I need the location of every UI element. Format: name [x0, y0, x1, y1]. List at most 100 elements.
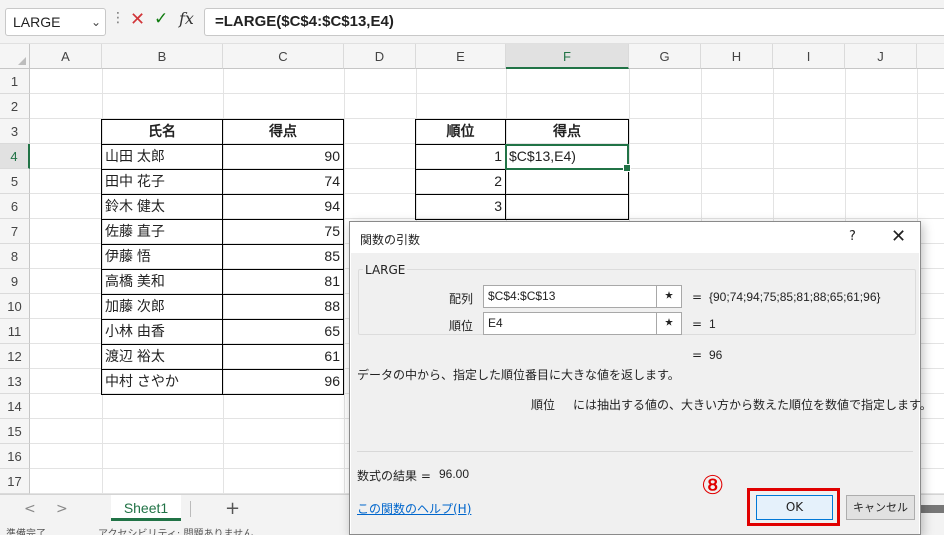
arg2-input[interactable]: E4	[483, 312, 657, 335]
formula-result-label: 数式の結果 =	[357, 469, 431, 483]
row-header-7[interactable]: 7	[0, 219, 30, 244]
cancel-button[interactable]: キャンセル	[846, 495, 915, 520]
table-row-score[interactable]: 90	[223, 144, 343, 169]
table-row-rank[interactable]: 1	[416, 144, 505, 169]
table-row-name[interactable]: 渡辺 裕太	[102, 344, 222, 369]
row-header-2[interactable]: 2	[0, 94, 30, 119]
table-row-score[interactable]: 61	[223, 344, 343, 369]
table1-header-score[interactable]: 得点	[223, 119, 343, 144]
function-name-label: LARGE	[363, 263, 408, 277]
table-row-name[interactable]: 山田 太郎	[102, 144, 222, 169]
arg2-label: 順位	[448, 319, 473, 333]
table-row-rank[interactable]: 2	[416, 169, 505, 194]
collapse-dialog-icon[interactable]: ⭑	[657, 285, 682, 308]
chevron-down-icon[interactable]: ⌄	[91, 9, 101, 35]
tab-divider	[190, 501, 191, 517]
status-accessibility[interactable]: アクセシビリティ: 問題ありません	[98, 525, 253, 535]
column-header-j[interactable]: J	[845, 44, 917, 69]
table2-header-rank[interactable]: 順位	[416, 119, 505, 144]
table-row-name[interactable]: 鈴木 健太	[102, 194, 222, 219]
help-icon[interactable]: ?	[849, 229, 856, 244]
arg-help-name: 順位	[531, 398, 556, 412]
close-icon[interactable]: ✕	[130, 9, 145, 30]
table-row-score[interactable]: 65	[223, 319, 343, 344]
row-header-17[interactable]: 17	[0, 469, 30, 494]
function-arguments-dialog: 関数の引数 ? ✕ LARGE 配列 $C$4:$C$13 ⭑ = {90;74…	[349, 221, 932, 535]
table-row-name[interactable]: 伊藤 悟	[102, 244, 222, 269]
status-ready: 準備完了	[6, 529, 46, 535]
table-row-name[interactable]: 佐藤 直子	[102, 219, 222, 244]
row-header-14[interactable]: 14	[0, 394, 30, 419]
table-row-name[interactable]: 高橋 美和	[102, 269, 222, 294]
arg1-equals: =	[692, 290, 703, 304]
table-row-score[interactable]: 94	[223, 194, 343, 219]
sheet-tab-sheet1[interactable]: Sheet1	[111, 495, 181, 521]
row-header-12[interactable]: 12	[0, 344, 30, 369]
collapse-dialog-icon[interactable]: ⭑	[657, 312, 682, 335]
dialog-title: 関数の引数	[360, 233, 421, 247]
check-icon[interactable]: ✓	[154, 9, 168, 29]
table-row-score[interactable]: 88	[223, 294, 343, 319]
row-header-13[interactable]: 13	[0, 369, 30, 394]
step-marker: ⑧	[701, 471, 725, 501]
name-box[interactable]: LARGE ⌄	[5, 8, 106, 36]
row-header-16[interactable]: 16	[0, 444, 30, 469]
table2-header-score[interactable]: 得点	[506, 119, 628, 144]
row-header-1[interactable]: 1	[0, 69, 30, 94]
column-header-a[interactable]: A	[30, 44, 102, 69]
table-row-name[interactable]: 田中 花子	[102, 169, 222, 194]
arg1-label: 配列	[448, 292, 473, 306]
active-cell-f4[interactable]	[505, 144, 631, 172]
table-row-rank[interactable]: 3	[416, 194, 505, 219]
row-header-9[interactable]: 9	[0, 269, 30, 294]
table-row-score[interactable]: 75	[223, 219, 343, 244]
add-sheet-icon[interactable]: +	[225, 498, 240, 519]
dialog-divider	[357, 451, 913, 452]
more-options-icon[interactable]: ⋮	[111, 10, 125, 26]
column-header-b[interactable]: B	[102, 44, 223, 69]
table-row-name[interactable]: 加藤 次郎	[102, 294, 222, 319]
arg2-equals: =	[692, 317, 703, 331]
row-header-5[interactable]: 5	[0, 169, 30, 194]
table1-header-name[interactable]: 氏名	[102, 119, 222, 144]
row-header-8[interactable]: 8	[0, 244, 30, 269]
table-row-name[interactable]: 中村 さやか	[102, 369, 222, 394]
row-header-11[interactable]: 11	[0, 319, 30, 344]
column-header-f[interactable]: F	[506, 44, 629, 69]
function-icon[interactable]: fx	[179, 9, 194, 28]
column-header-g[interactable]: G	[629, 44, 701, 69]
table-row-name[interactable]: 小林 由香	[102, 319, 222, 344]
table-row-score[interactable]: 96	[223, 369, 343, 394]
row-header-4[interactable]: 4	[0, 144, 30, 169]
formula-result-value: 96.00	[439, 467, 470, 481]
select-all-corner[interactable]	[0, 44, 30, 69]
arg1-result: {90;74;94;75;85;81;88;65;61;96}	[709, 290, 881, 304]
column-header-e[interactable]: E	[416, 44, 506, 69]
formula-input[interactable]: =LARGE($C$4:$C$13,E4)	[204, 8, 944, 36]
scrollbar-handle[interactable]	[921, 505, 944, 513]
row-header-15[interactable]: 15	[0, 419, 30, 444]
row-header-6[interactable]: 6	[0, 194, 30, 219]
column-header-d[interactable]: D	[344, 44, 416, 69]
row-header-3[interactable]: 3	[0, 119, 30, 144]
arg-help-text: には抽出する値の、大きい方から数えた順位を数値で指定します。	[573, 398, 932, 412]
table-row-score[interactable]: 81	[223, 269, 343, 294]
function-result: 96	[709, 348, 723, 362]
ok-button[interactable]: OK	[756, 495, 833, 520]
column-header-i[interactable]: I	[773, 44, 845, 69]
function-help-link[interactable]: この関数のヘルプ(H)	[357, 500, 471, 517]
arg1-input[interactable]: $C$4:$C$13	[483, 285, 657, 308]
next-sheet-icon[interactable]: >	[56, 501, 68, 517]
arg2-result: 1	[709, 317, 716, 331]
formula-bar: LARGE ⌄ ⋮ ✕ ✓ fx =LARGE($C$4:$C$13,E4)	[0, 0, 944, 44]
row-header-10[interactable]: 10	[0, 294, 30, 319]
name-box-value: LARGE	[13, 14, 61, 30]
column-header-h[interactable]: H	[701, 44, 773, 69]
table-row-score[interactable]: 85	[223, 244, 343, 269]
prev-sheet-icon[interactable]: <	[24, 501, 36, 517]
table-row-score[interactable]: 74	[223, 169, 343, 194]
dialog-body: LARGE 配列 $C$4:$C$13 ⭑ = {90;74;94;75;85;…	[351, 253, 932, 534]
column-header-c[interactable]: C	[223, 44, 344, 69]
result-equals: =	[692, 348, 703, 362]
close-icon[interactable]: ✕	[891, 226, 906, 247]
